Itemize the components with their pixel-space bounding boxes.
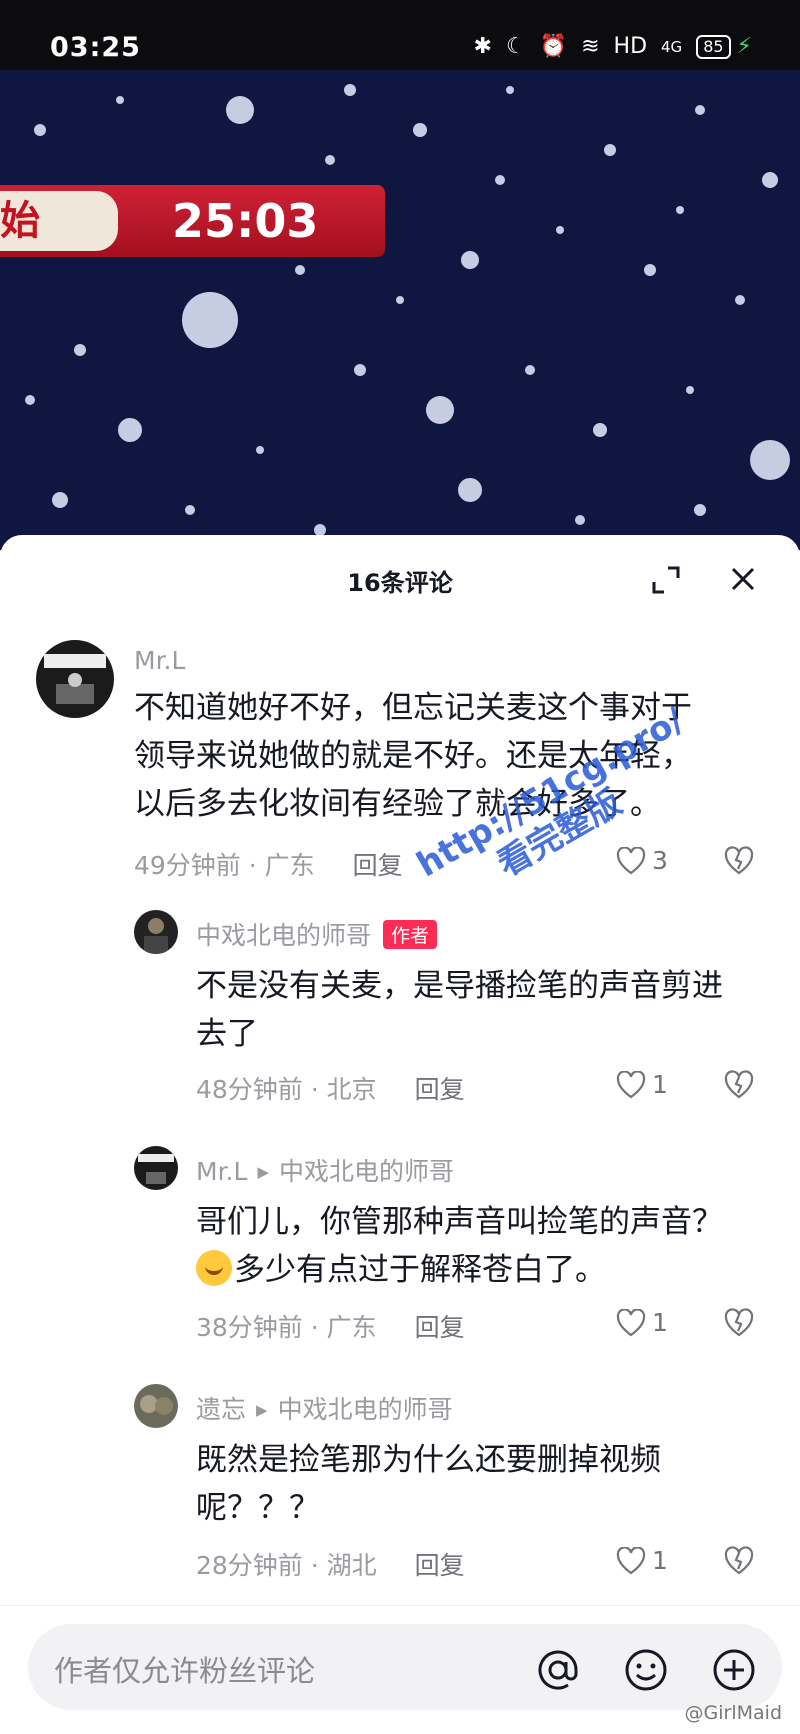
reply-button[interactable]: 回复	[415, 1551, 465, 1580]
avatar[interactable]	[134, 1384, 178, 1428]
comment-text: 既然是捡笔那为什么还要删掉视频 呢？？？	[196, 1436, 776, 1532]
banner-label: 始	[0, 191, 118, 251]
battery-icon: 85	[696, 34, 731, 59]
banner-timer: 25:03	[172, 194, 319, 248]
like-count: 1	[652, 1070, 668, 1099]
like-count: 1	[652, 1546, 668, 1575]
comment-meta: 48分钟前 · 北京 回复	[196, 1070, 465, 1106]
like-button[interactable]: 1	[616, 1070, 668, 1099]
comment-time: 48分钟前 · 北京	[196, 1075, 377, 1104]
reply-arrow-icon: ▶	[257, 1163, 269, 1181]
like-count: 3	[652, 846, 668, 875]
laughing-emoji-icon	[196, 1250, 232, 1286]
comment-username[interactable]: 中戏北电的师哥 作者	[196, 916, 438, 952]
comment-input-placeholder: 作者仅允许粉丝评论	[54, 1654, 316, 1688]
bluetooth-icon: ✱	[473, 34, 492, 59]
comment-text-line: 哥们儿，你管那种声音叫捡笔的声音？	[196, 1204, 723, 1240]
heart-icon	[616, 1070, 646, 1098]
avatar[interactable]	[134, 1146, 178, 1190]
reply-button[interactable]: 回复	[353, 851, 403, 880]
live-banner: 始 25:03	[0, 185, 385, 257]
heart-icon	[616, 1546, 646, 1574]
alarm-icon: ⏰	[539, 34, 568, 59]
avatar-image	[138, 1154, 174, 1184]
reply-to-username[interactable]: 中戏北电的师哥	[278, 1395, 453, 1424]
emoji-icon[interactable]	[624, 1648, 668, 1692]
comment-text-line: 既然是捡笔那为什么还要删掉视频	[196, 1442, 661, 1478]
comment-username[interactable]: Mr.L ▶ 中戏北电的师哥	[196, 1152, 454, 1188]
like-count: 1	[652, 1308, 668, 1337]
comment-meta: 49分钟前 · 广东 回复	[134, 846, 403, 882]
reply-button[interactable]: 回复	[415, 1313, 465, 1342]
sheet-header: 16条评论	[0, 535, 800, 627]
comment-text-line: 不是没有关麦，是导播捡笔的声音剪进	[196, 968, 723, 1004]
charging-icon: ⚡	[736, 34, 752, 59]
comment-text-line: 呢？？？	[196, 1490, 320, 1526]
signal-label: 4G	[661, 37, 683, 56]
like-button[interactable]: 3	[616, 846, 668, 875]
comment-text: 哥们儿，你管那种声音叫捡笔的声音？ 多少有点过于解释苍白了。	[196, 1198, 776, 1294]
username-text[interactable]: Mr.L	[196, 1157, 247, 1186]
wifi-icon: ≋	[581, 34, 600, 59]
status-time: 03:25	[50, 32, 141, 63]
network-label: HD	[613, 34, 648, 59]
comment-text-line: 多少有点过于解释苍白了。	[196, 1246, 776, 1294]
reply-arrow-icon: ▶	[256, 1401, 268, 1419]
reply-button[interactable]: 回复	[415, 1075, 465, 1104]
status-icons: ✱ ☾ ⏰ ≋ HD 4G 85 ⚡	[474, 34, 752, 59]
broken-heart-icon[interactable]	[724, 1070, 754, 1100]
expand-icon[interactable]	[650, 564, 682, 596]
comment-username[interactable]: 遗忘 ▶ 中戏北电的师哥	[196, 1390, 453, 1426]
add-icon[interactable]	[712, 1648, 756, 1692]
reply-to-username[interactable]: 中戏北电的师哥	[279, 1157, 454, 1186]
snow-background	[25, 84, 790, 536]
video-player[interactable]: 始 25:03	[0, 70, 800, 550]
broken-heart-icon[interactable]	[724, 1546, 754, 1576]
comment-username[interactable]: Mr.L	[134, 646, 185, 675]
avatar[interactable]	[134, 910, 178, 954]
like-button[interactable]: 1	[616, 1546, 668, 1575]
username-text[interactable]: 遗忘	[196, 1395, 246, 1424]
comment-text-line: 去了	[196, 1016, 258, 1052]
comment-input-bar: 作者仅允许粉丝评论	[0, 1605, 800, 1734]
broken-heart-icon[interactable]	[724, 1308, 754, 1338]
comment-text: 不是没有关麦，是导播捡笔的声音剪进 去了	[196, 962, 776, 1058]
username-text[interactable]: 中戏北电的师哥	[196, 921, 371, 950]
avatar-image	[144, 918, 168, 954]
avatar-image	[44, 654, 106, 704]
close-icon[interactable]	[728, 564, 758, 594]
heart-icon	[616, 846, 646, 874]
avatar-image	[140, 1395, 173, 1415]
comment-meta: 38分钟前 · 广东 回复	[196, 1308, 465, 1344]
status-bar: 03:25 ✱ ☾ ⏰ ≋ HD 4G 85 ⚡	[0, 0, 800, 70]
avatar[interactable]	[36, 640, 114, 718]
comment-text-content: 多少有点过于解释苍白了。	[234, 1252, 606, 1288]
comment-input[interactable]: 作者仅允许粉丝评论	[28, 1624, 782, 1710]
moon-icon: ☾	[505, 34, 526, 59]
comment-time: 28分钟前 · 湖北	[196, 1551, 377, 1580]
mention-icon[interactable]	[536, 1648, 580, 1692]
corner-watermark: @GirlMaid	[684, 1702, 782, 1724]
comment-time: 49分钟前 · 广东	[134, 851, 315, 880]
author-badge: 作者	[383, 920, 438, 949]
heart-icon	[616, 1308, 646, 1336]
broken-heart-icon[interactable]	[724, 846, 754, 876]
comment-meta: 28分钟前 · 湖北 回复	[196, 1546, 465, 1582]
comment-time: 38分钟前 · 广东	[196, 1313, 377, 1342]
like-button[interactable]: 1	[616, 1308, 668, 1337]
